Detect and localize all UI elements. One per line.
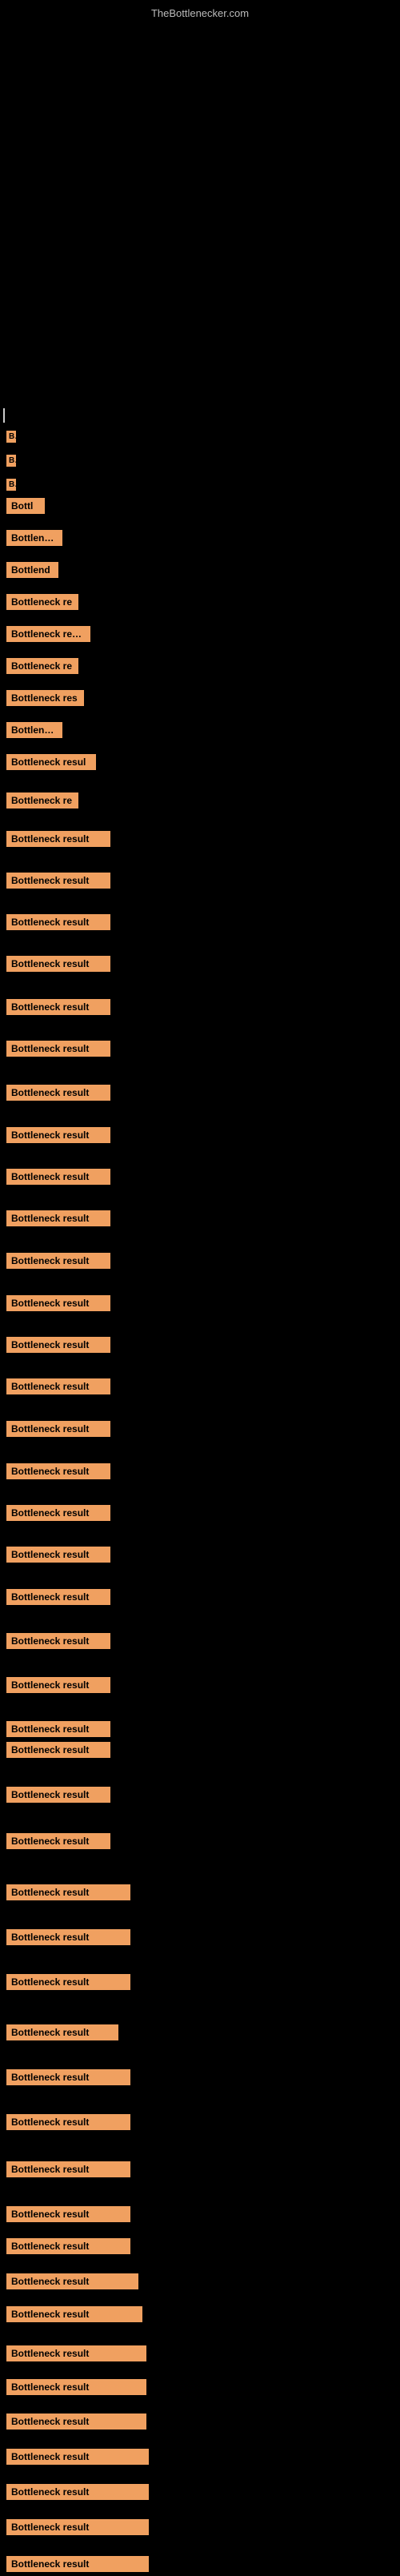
result-row-4: Bottleneck result [3, 956, 110, 976]
chart-area [0, 24, 400, 416]
bar-bottleneck-2: Bottleneck [3, 722, 62, 742]
result-row-41: Bottleneck result [3, 2484, 149, 2504]
result-row-38: Bottleneck result [3, 2379, 146, 2399]
bar-bottleneck-1: Bottleneck [3, 530, 62, 550]
result-row-16: Bottleneck result [3, 1463, 110, 1483]
result-row-25: Bottleneck result [3, 1833, 110, 1853]
result-row-20: Bottleneck result [3, 1633, 110, 1653]
result-row-15: Bottleneck result [3, 1421, 110, 1441]
result-row-17: Bottleneck result [3, 1505, 110, 1525]
bar-bottleneck-re-2: Bottleneck re [3, 658, 78, 678]
result-row-6: Bottleneck result [3, 1041, 110, 1061]
result-row-42: Bottleneck result [3, 2519, 149, 2539]
result-row-34: Bottleneck result [3, 2238, 130, 2258]
result-row-18: Bottleneck result [3, 1547, 110, 1567]
bar-bottleneck-result-1: Bottleneck resul [3, 754, 96, 774]
result-row-21: Bottleneck result [3, 1677, 110, 1697]
result-row-31: Bottleneck result [3, 2114, 130, 2134]
result-row-12: Bottleneck result [3, 1295, 110, 1315]
result-row-37: Bottleneck result [3, 2345, 146, 2365]
result-row-40: Bottleneck result [3, 2449, 149, 2469]
result-row-5: Bottleneck result [3, 999, 110, 1019]
bar-bottlend-1: Bottlend [3, 562, 58, 582]
bar-bottl-1: Bottl [3, 498, 45, 518]
result-row-36: Bottleneck result [3, 2306, 142, 2326]
result-row-30: Bottleneck result [3, 2069, 130, 2089]
result-row-13: Bottleneck result [3, 1337, 110, 1357]
result-row-28: Bottleneck result [3, 1974, 130, 1994]
bar-bottleneck-res-1: Bottleneck res [3, 690, 84, 710]
result-row-23: Bottleneck result [3, 1742, 110, 1762]
result-row-11: Bottleneck result [3, 1253, 110, 1273]
bar-bottleneck-re-1: Bottleneck re [3, 594, 78, 614]
result-row-14: Bottleneck result [3, 1378, 110, 1398]
small-bar-2: B [3, 455, 16, 471]
result-row-19: Bottleneck result [3, 1589, 110, 1609]
page-container: TheBottlenecker.com B B B Bottl Bottlene… [0, 0, 400, 2562]
result-row-1: Bottleneck result [3, 831, 110, 851]
bar-bottleneck-resul-1: Bottleneck resul [3, 626, 90, 646]
result-row-29: Bottleneck result [3, 2024, 118, 2044]
result-row-22: Bottleneck result [3, 1721, 110, 1741]
result-row-9: Bottleneck result [3, 1169, 110, 1189]
site-title: TheBottlenecker.com [0, 0, 400, 24]
result-row-2: Bottleneck result [3, 873, 110, 893]
result-row-27: Bottleneck result [3, 1929, 130, 1949]
result-row-35: Bottleneck result [3, 2273, 138, 2293]
bar-bottleneck-re-3: Bottleneck re [3, 792, 78, 813]
result-row-26: Bottleneck result [3, 1884, 130, 1904]
vertical-indicator [3, 408, 5, 423]
result-row-33: Bottleneck result [3, 2206, 130, 2226]
result-row-3: Bottleneck result [3, 914, 110, 934]
result-row-39: Bottleneck result [3, 2413, 146, 2434]
small-bar-3: B [3, 479, 16, 495]
result-row-32: Bottleneck result [3, 2161, 130, 2181]
result-row-8: Bottleneck result [3, 1127, 110, 1147]
result-row-7: Bottleneck result [3, 1085, 110, 1105]
result-row-24: Bottleneck result [3, 1787, 110, 1807]
small-bar-1: B [3, 431, 16, 447]
result-row-43: Bottleneck result [3, 2556, 149, 2576]
result-row-10: Bottleneck result [3, 1210, 110, 1230]
